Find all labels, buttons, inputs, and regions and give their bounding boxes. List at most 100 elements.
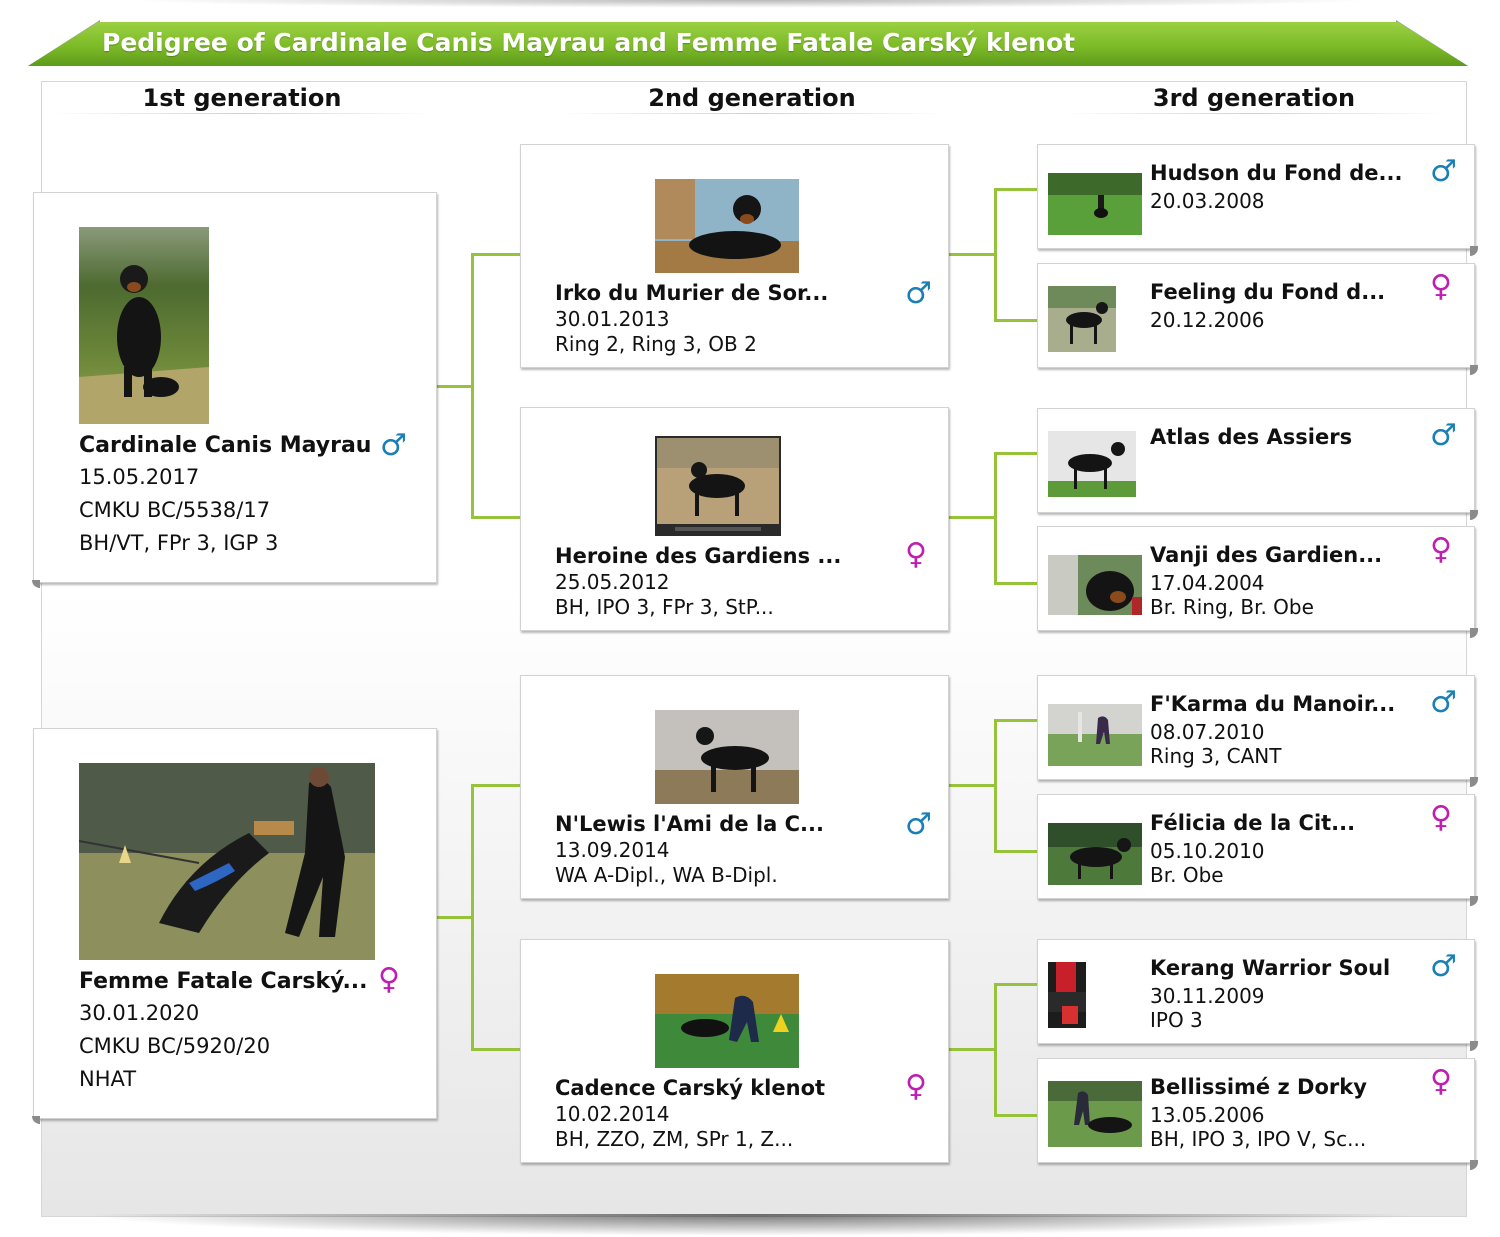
dog-date: 08.07.2010 [1150, 720, 1265, 744]
dog-photo [1048, 704, 1142, 766]
gen1-card-dam[interactable]: Femme Fatale Carský... ♀ 30.01.2020 CMKU… [32, 728, 437, 1124]
dog-date: 30.01.2013 [555, 307, 670, 331]
dog-photo [655, 179, 799, 273]
connector [948, 516, 996, 519]
dog-photo [655, 436, 781, 536]
gen3-card-2[interactable]: Feeling du Fond d... ♀ 20.12.2006 [1037, 263, 1478, 375]
dog-titles: Br. Obe [1150, 863, 1224, 887]
dog-name[interactable]: Hudson du Fond de... [1150, 161, 1402, 185]
connector [471, 784, 521, 787]
dog-date: 20.03.2008 [1150, 189, 1265, 213]
bottom-shadow [80, 1214, 1420, 1236]
dog-date: 10.02.2014 [555, 1102, 670, 1126]
gen3-card-8[interactable]: Bellissimé z Dorky ♀ 13.05.2006 BH, IPO … [1037, 1058, 1478, 1170]
connector [948, 253, 996, 256]
connector [994, 582, 1038, 585]
connector [994, 719, 997, 853]
dog-date: 25.05.2012 [555, 570, 670, 594]
female-icon: ♀ [1430, 800, 1452, 835]
female-icon: ♀ [1430, 269, 1452, 304]
page-title: Pedigree of Cardinale Canis Mayrau and F… [102, 28, 1076, 57]
dog-date: 30.11.2009 [1150, 984, 1265, 1008]
dog-titles: BH, ZZO, ZM, SPr 1, Z... [555, 1127, 794, 1151]
dog-date: 15.05.2017 [79, 465, 200, 489]
dog-photo [1048, 962, 1086, 1028]
gen3-card-5[interactable]: F'Karma du Manoir... ♂ 08.07.2010 Ring 3… [1037, 675, 1478, 787]
female-icon: ♀ [1430, 532, 1452, 567]
male-icon: ♂ [1430, 154, 1457, 189]
male-icon: ♂ [380, 428, 407, 463]
dog-titles: BH/VT, FPr 3, IGP 3 [79, 531, 279, 555]
female-icon: ♀ [1430, 1064, 1452, 1099]
dog-registration: CMKU BC/5920/20 [79, 1034, 271, 1058]
dog-name[interactable]: Femme Fatale Carský... [79, 969, 368, 994]
dog-name[interactable]: Félicia de la Cit... [1150, 811, 1355, 835]
dog-photo [79, 763, 375, 960]
connector [994, 1114, 1038, 1117]
dog-name[interactable]: N'Lewis l'Ami de la C... [555, 812, 824, 836]
dog-photo [1048, 1081, 1142, 1147]
dog-date: 20.12.2006 [1150, 308, 1265, 332]
connector [994, 452, 1038, 455]
dog-photo [1048, 555, 1142, 615]
male-icon: ♂ [1430, 418, 1457, 453]
gen3-header: 3rd generation [1062, 84, 1446, 114]
dog-titles: WA A-Dipl., WA B-Dipl. [555, 863, 778, 887]
connector [994, 719, 1038, 722]
dog-titles: BH, IPO 3, FPr 3, StP... [555, 595, 774, 619]
dog-name[interactable]: Irko du Murier de Sor... [555, 281, 828, 305]
dog-photo [1048, 431, 1136, 497]
dog-photo [1048, 823, 1142, 885]
gen3-card-7[interactable]: Kerang Warrior Soul ♂ 30.11.2009 IPO 3 [1037, 939, 1478, 1051]
dog-name[interactable]: Atlas des Assiers [1150, 425, 1352, 449]
gen3-card-6[interactable]: Félicia de la Cit... ♀ 05.10.2010 Br. Ob… [1037, 794, 1478, 906]
connector [994, 452, 997, 585]
connector [994, 188, 997, 322]
connector [994, 983, 997, 1117]
gen2-card-dam-dam[interactable]: Cadence Carský klenot ♀ 10.02.2014 BH, Z… [520, 939, 949, 1163]
gen2-card-sire-dam[interactable]: Heroine des Gardiens ... ♀ 25.05.2012 BH… [520, 407, 949, 631]
male-icon: ♂ [1430, 949, 1457, 984]
dog-photo [655, 974, 799, 1068]
connector [436, 385, 472, 388]
gen3-card-4[interactable]: Vanji des Gardien... ♀ 17.04.2004 Br. Ri… [1037, 526, 1478, 638]
dog-name[interactable]: Kerang Warrior Soul [1150, 956, 1390, 980]
female-icon: ♀ [378, 962, 400, 997]
dog-photo [1048, 286, 1116, 352]
dog-name[interactable]: Heroine des Gardiens ... [555, 544, 841, 568]
connector [994, 850, 1038, 853]
connector [948, 1048, 996, 1051]
dog-photo [655, 710, 799, 804]
connector [994, 319, 1038, 322]
dog-titles: Ring 3, CANT [1150, 744, 1282, 768]
dog-photo [79, 227, 209, 424]
dog-name[interactable]: Vanji des Gardien... [1150, 543, 1382, 567]
title-banner: Pedigree of Cardinale Canis Mayrau and F… [28, 20, 1468, 68]
connector [471, 253, 474, 519]
dog-name[interactable]: F'Karma du Manoir... [1150, 692, 1395, 716]
gen1-card-sire[interactable]: Cardinale Canis Mayrau ♂ 15.05.2017 CMKU… [32, 192, 437, 588]
connector [471, 516, 521, 519]
dog-date: 13.09.2014 [555, 838, 670, 862]
connector [471, 784, 474, 1050]
dog-titles: Br. Ring, Br. Obe [1150, 595, 1314, 619]
connector [471, 1048, 521, 1051]
gen3-card-1[interactable]: Hudson du Fond de... ♂ 20.03.2008 [1037, 144, 1478, 256]
connector [471, 253, 521, 256]
male-icon: ♂ [1430, 685, 1457, 720]
gen3-card-3[interactable]: Atlas des Assiers ♂ [1037, 408, 1478, 520]
male-icon: ♂ [905, 276, 932, 311]
dog-registration: CMKU BC/5538/17 [79, 498, 271, 522]
gen2-card-sire-sire[interactable]: Irko du Murier de Sor... ♂ 30.01.2013 Ri… [520, 144, 949, 368]
gen2-card-dam-sire[interactable]: N'Lewis l'Ami de la C... ♂ 13.09.2014 WA… [520, 675, 949, 899]
dog-name[interactable]: Feeling du Fond d... [1150, 280, 1385, 304]
dog-titles: Ring 2, Ring 3, OB 2 [555, 332, 757, 356]
connector [994, 983, 1038, 986]
dog-name[interactable]: Cardinale Canis Mayrau [79, 433, 371, 458]
dog-name[interactable]: Cadence Carský klenot [555, 1076, 825, 1100]
male-icon: ♂ [905, 807, 932, 842]
dog-titles: BH, IPO 3, IPO V, Sc... [1150, 1127, 1367, 1151]
connector [994, 188, 1038, 191]
dog-name[interactable]: Bellissimé z Dorky [1150, 1075, 1367, 1099]
dog-date: 17.04.2004 [1150, 571, 1265, 595]
